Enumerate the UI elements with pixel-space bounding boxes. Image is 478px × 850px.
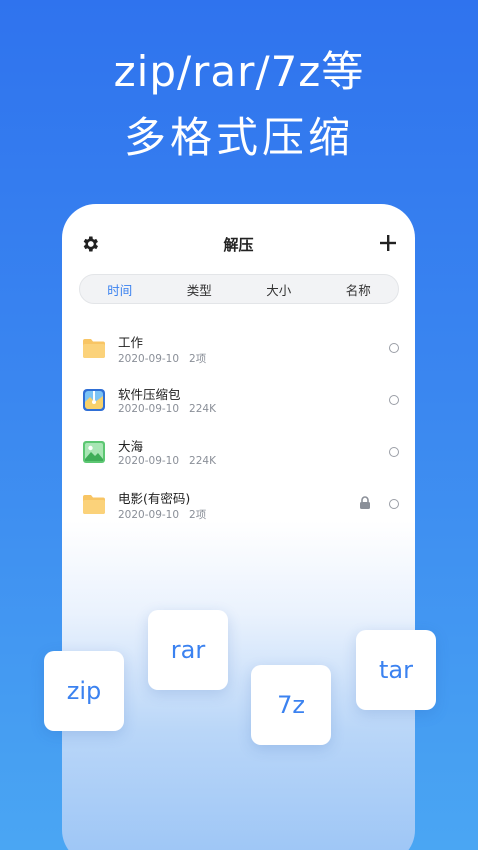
list-item[interactable]: 电影(有密码) 2020-09-10 2项	[62, 482, 415, 534]
file-info: 224K	[189, 455, 216, 467]
file-date: 2020-09-10	[118, 509, 180, 521]
format-tile-tar: tar	[356, 630, 436, 710]
tab-sort-size[interactable]: 大小	[239, 280, 319, 299]
sort-segmented-control: 时间 类型 大小 名称	[79, 274, 399, 304]
file-info: 2项	[189, 353, 207, 365]
file-info: 224K	[189, 403, 216, 415]
file-date: 2020-09-10	[118, 353, 180, 365]
page-title: 解压	[223, 236, 254, 254]
file-meta: 2020-09-10 224K	[118, 403, 216, 415]
format-tile-7z: 7z	[251, 665, 331, 745]
file-meta: 2020-09-10 2项	[118, 351, 206, 366]
file-meta: 2020-09-10 2项	[118, 507, 206, 522]
tab-sort-type[interactable]: 类型	[160, 280, 240, 299]
app-top-bar: 解压	[62, 230, 415, 260]
archive-icon	[83, 389, 105, 411]
file-name: 软件压缩包	[118, 387, 181, 402]
file-name: 大海	[118, 439, 144, 454]
lock-icon	[360, 496, 370, 509]
tab-sort-name[interactable]: 名称	[319, 280, 399, 299]
format-tile-zip: zip	[44, 651, 124, 731]
headline-line-2: 多格式压缩	[123, 113, 354, 162]
phone-mockup: 解压 时间 类型 大小 名称 工作 2020-09-10 2项 软件压缩包 20…	[62, 204, 415, 850]
tab-sort-time[interactable]: 时间	[80, 280, 160, 299]
list-item[interactable]: 大海 2020-09-10 224K	[62, 430, 415, 482]
file-date: 2020-09-10	[118, 403, 180, 415]
file-name: 工作	[118, 335, 144, 350]
file-info: 2项	[189, 509, 207, 521]
folder-icon	[83, 339, 105, 358]
file-list: 工作 2020-09-10 2项 软件压缩包 2020-09-10 224K 大…	[62, 326, 415, 534]
file-date: 2020-09-10	[118, 455, 180, 467]
list-item[interactable]: 软件压缩包 2020-09-10 224K	[62, 378, 415, 430]
image-icon	[83, 441, 105, 463]
list-scrollbar[interactable]	[397, 332, 399, 552]
folder-icon	[83, 495, 105, 514]
headline-line-1: zip/rar/7z等	[113, 47, 365, 96]
file-meta: 2020-09-10 224K	[118, 455, 216, 467]
format-tile-rar: rar	[148, 610, 228, 690]
list-item[interactable]: 工作 2020-09-10 2项	[62, 326, 415, 378]
file-name: 电影(有密码)	[118, 491, 191, 506]
plus-icon[interactable]	[377, 232, 399, 254]
